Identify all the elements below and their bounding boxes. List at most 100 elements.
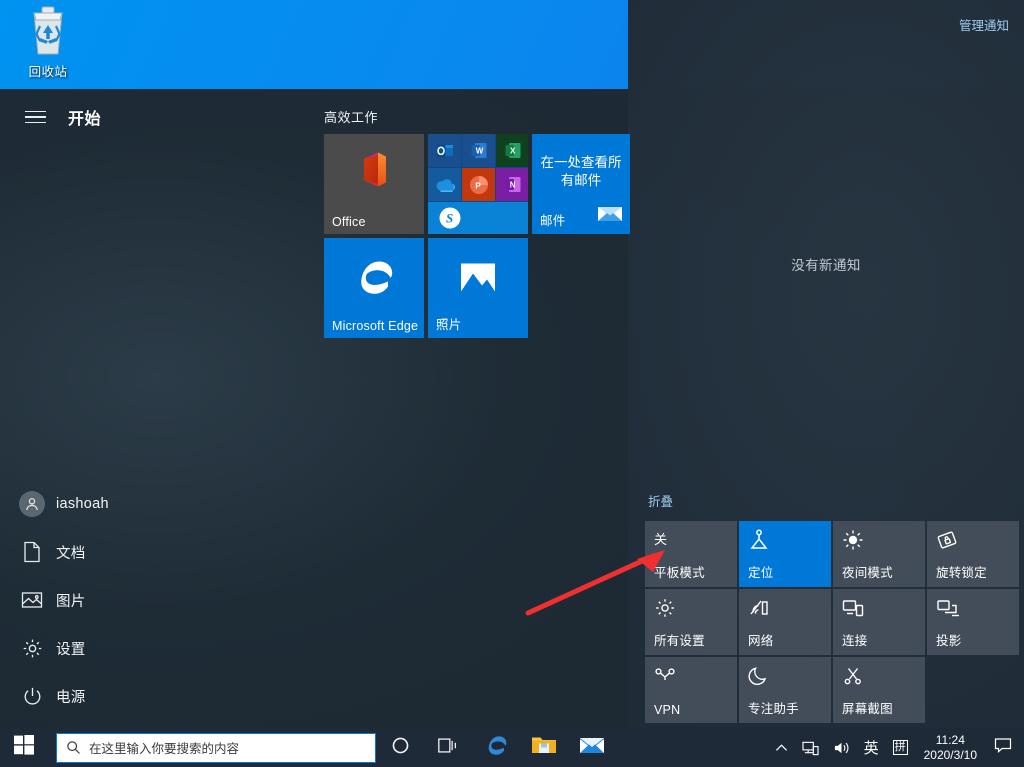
night-light-icon xyxy=(841,528,865,552)
volume-icon[interactable] xyxy=(826,728,857,767)
task-view-icon xyxy=(437,736,459,760)
task-view-button[interactable] xyxy=(424,728,472,767)
no-notifications-text: 没有新通知 xyxy=(628,254,1024,274)
svg-text:X: X xyxy=(510,147,516,156)
network-icon xyxy=(747,596,771,620)
quick-action-rotation-lock[interactable]: 旋转锁定 xyxy=(927,521,1019,587)
start-menu-left-rail: 开始 iashoah xyxy=(0,89,258,728)
file-explorer-icon xyxy=(531,734,557,761)
quick-action-night-light[interactable]: 夜间模式 xyxy=(833,521,925,587)
quick-action-tablet-mode[interactable]: 关 平板模式 xyxy=(645,521,737,587)
ime-pinyin-label: 拼 xyxy=(893,740,908,755)
edge-icon xyxy=(353,256,395,305)
network-tray-icon[interactable] xyxy=(795,728,826,767)
quick-action-label: 网络 xyxy=(748,630,773,649)
svg-text:P: P xyxy=(475,180,481,190)
recycle-bin-label: 回收站 xyxy=(8,61,88,80)
quick-action-label: 连接 xyxy=(842,630,867,649)
ime-mode-indicator[interactable]: 英 xyxy=(857,728,886,767)
manage-notifications-link[interactable]: 管理通知 xyxy=(959,15,1009,34)
clock[interactable]: 11:24 2020/3/10 xyxy=(915,728,986,767)
quick-action-screen-snip[interactable]: 屏幕截图 xyxy=(833,657,925,723)
quick-action-project[interactable]: 投影 xyxy=(927,589,1019,655)
sidebar-item-pictures[interactable]: 图片 xyxy=(0,576,258,624)
taskbar-mail-button[interactable] xyxy=(568,728,616,767)
taskbar-file-explorer-button[interactable] xyxy=(520,728,568,767)
mail-icon xyxy=(597,205,623,228)
tile-microsoft-edge[interactable]: Microsoft Edge xyxy=(324,238,424,338)
recycle-bin-icon xyxy=(23,4,73,58)
taskbar-search-box[interactable]: 在这里输入你要搜索的内容 xyxy=(56,733,376,763)
onedrive-icon xyxy=(428,168,461,201)
gear-icon xyxy=(653,596,677,620)
taskbar-edge-button[interactable] xyxy=(472,728,520,767)
cortana-icon xyxy=(391,736,410,760)
screen-snip-icon xyxy=(841,664,865,688)
tile-label: Office xyxy=(332,215,366,229)
excel-icon: X xyxy=(496,134,528,167)
rotation-lock-icon xyxy=(935,528,959,552)
quick-action-label: 夜间模式 xyxy=(842,562,893,581)
start-menu-header: 开始 xyxy=(0,95,258,139)
collapse-quick-actions-link[interactable]: 折叠 xyxy=(648,491,673,510)
power-icon xyxy=(14,680,50,712)
quick-action-location[interactable]: 定位 xyxy=(739,521,831,587)
svg-text:W: W xyxy=(475,147,483,156)
onenote-icon: N xyxy=(496,168,528,201)
sidebar-item-settings[interactable]: 设置 xyxy=(0,624,258,672)
outlook-icon xyxy=(428,134,461,167)
sidebar-item-label: 设置 xyxy=(56,638,86,659)
mail-icon xyxy=(579,736,605,760)
vpn-icon xyxy=(653,664,677,688)
tile-mail[interactable]: 在一处查看所有邮件 邮件 xyxy=(532,134,630,234)
chevron-up-icon[interactable] xyxy=(768,728,795,767)
quick-action-label: 所有设置 xyxy=(654,630,705,649)
clock-time: 11:24 xyxy=(924,733,977,748)
office-logo-icon xyxy=(356,150,392,195)
quick-action-label: 平板模式 xyxy=(654,562,705,581)
quick-action-vpn[interactable]: VPN xyxy=(645,657,737,723)
taskbar: 在这里输入你要搜索的内容 xyxy=(0,728,1024,767)
sidebar-item-user[interactable]: iashoah xyxy=(0,480,258,528)
tile-label: 邮件 xyxy=(540,210,565,229)
sidebar-item-documents[interactable]: 文档 xyxy=(0,528,258,576)
location-icon xyxy=(747,528,771,552)
cortana-button[interactable] xyxy=(376,728,424,767)
sidebar-item-label: iashoah xyxy=(56,496,109,512)
picture-icon xyxy=(14,584,50,616)
action-center-button[interactable] xyxy=(986,728,1020,767)
start-button[interactable] xyxy=(0,728,48,767)
tile-office-apps[interactable]: W X xyxy=(428,134,528,234)
quick-action-all-settings[interactable]: 所有设置 xyxy=(645,589,737,655)
quick-action-label: 旋转锁定 xyxy=(936,562,987,581)
search-icon xyxy=(57,740,89,755)
tiles-grid: Office W xyxy=(324,134,630,342)
start-menu-title: 开始 xyxy=(68,105,101,129)
quick-action-label: 投影 xyxy=(936,630,961,649)
quick-action-focus-assist[interactable]: 专注助手 xyxy=(739,657,831,723)
tile-group-name[interactable]: 高效工作 xyxy=(324,107,628,126)
quick-action-network[interactable]: 网络 xyxy=(739,589,831,655)
sidebar-item-power[interactable]: 电源 xyxy=(0,672,258,720)
powerpoint-icon: P xyxy=(462,168,495,201)
windows-logo-icon xyxy=(14,735,34,760)
hamburger-menu-icon[interactable] xyxy=(12,97,58,137)
quick-action-label: VPN xyxy=(654,703,680,717)
document-icon xyxy=(14,536,50,568)
tile-photos[interactable]: 照片 xyxy=(428,238,528,338)
tile-office[interactable]: Office xyxy=(324,134,424,234)
tile-headline: 在一处查看所有邮件 xyxy=(540,154,622,190)
quick-action-label: 定位 xyxy=(748,562,773,581)
svg-text:S: S xyxy=(446,211,453,226)
action-center-icon xyxy=(994,737,1012,759)
desktop-icon-recycle-bin[interactable]: 回收站 xyxy=(8,4,88,80)
ime-pinyin-button[interactable]: 拼 xyxy=(886,728,915,767)
tile-label: Microsoft Edge xyxy=(332,319,418,333)
tablet-mode-state: 关 xyxy=(654,529,667,548)
connect-icon xyxy=(841,596,865,620)
quick-action-connect[interactable]: 连接 xyxy=(833,589,925,655)
quick-action-label: 专注助手 xyxy=(748,698,799,717)
start-menu-sidebar: iashoah 文档 xyxy=(0,480,258,720)
start-menu-tiles-area: 高效工作 xyxy=(324,89,628,728)
svg-text:N: N xyxy=(509,181,515,190)
